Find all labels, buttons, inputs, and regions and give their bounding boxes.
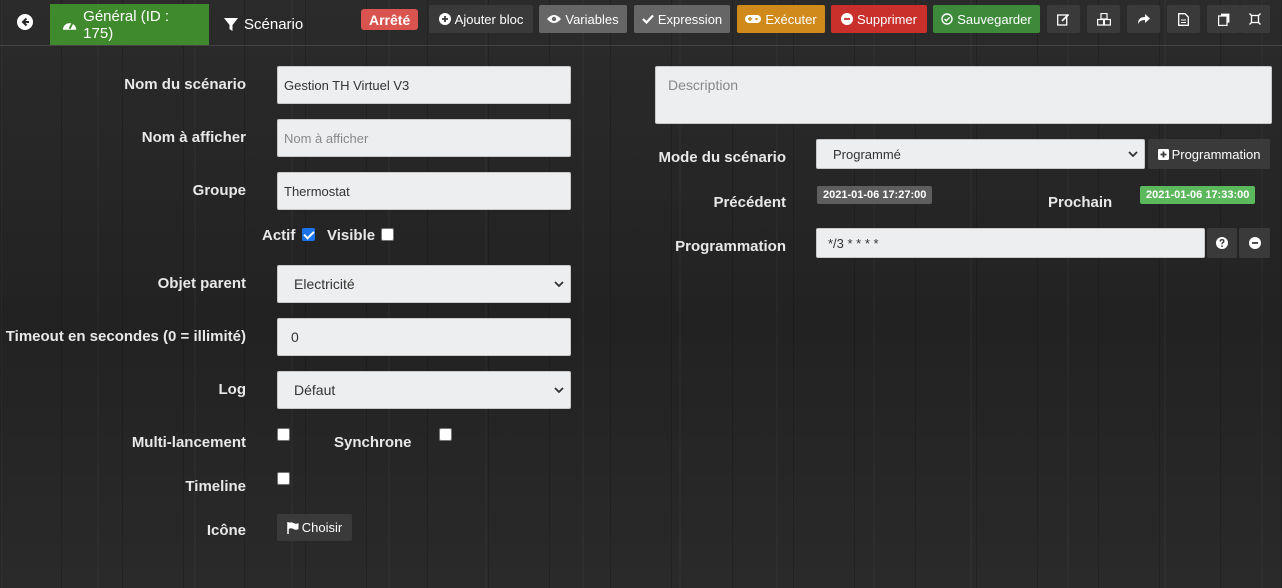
choose-icon-label: Choisir [301,520,343,535]
timeline-checkbox[interactable] [277,472,290,485]
tab-scenario[interactable]: Scénario [212,4,315,45]
parent-label: Objet parent [157,275,246,292]
mode-select[interactable]: Programmé [816,139,1145,169]
parent-select[interactable]: Electricité [277,265,571,303]
execute-button[interactable]: Exécuter [737,5,825,33]
choose-icon-button[interactable]: Choisir [277,514,352,541]
share-icon [1137,14,1150,24]
parent-select-value: Electricité [294,276,355,292]
execute-label: Exécuter [765,11,817,27]
top-toolbar: Général (ID : 175) Scénario Arrêté Ajout… [0,0,1282,46]
previous-label: Précédent [713,194,786,211]
timeout-input[interactable]: 0 [277,318,571,356]
icon-label: Icône [206,522,246,539]
gamepad-icon [745,15,762,23]
chevron-down-icon [1128,151,1138,157]
minus-circle-icon [841,13,854,25]
add-programmation-label: Programmation [1171,146,1261,162]
schedule-remove-button[interactable] [1239,228,1270,258]
active-label: Actif [262,227,296,244]
delete-label: Supprimer [857,11,917,27]
cubes-icon [1096,12,1111,26]
next-date-badge: 2021-01-06 17:33:00 [1140,186,1256,204]
edit-icon [1057,13,1070,26]
share-button[interactable] [1127,5,1160,33]
visible-checkbox[interactable] [381,228,394,241]
flag-icon [287,521,299,534]
eye-icon [547,15,562,23]
next-label: Prochain [1048,194,1113,211]
visible-label: Visible [327,227,376,244]
save-label: Sauvegarder [957,11,1032,27]
name-input[interactable]: Gestion TH Virtuel V3 [277,66,571,104]
tab-general[interactable]: Général (ID : 175) [50,4,209,45]
dashboard-icon [62,22,77,30]
multi-launch-label: Multi-lancement [131,434,246,451]
display-name-input[interactable]: Nom à afficher [277,119,571,157]
display-name-label: Nom à afficher [141,129,246,146]
schedule-input[interactable]: */3 * * * * [816,228,1205,258]
log-select-value: Défaut [294,382,336,398]
timeline-label: Timeline [185,478,246,495]
active-checkbox[interactable] [302,228,315,241]
expand-icon [1249,13,1261,25]
add-block-label: Ajouter bloc [454,11,524,27]
name-label: Nom du scénario [124,76,246,93]
delete-button[interactable]: Supprimer [831,5,927,33]
expression-button[interactable]: Expression [634,5,730,33]
dependencies-button[interactable] [1087,5,1120,33]
log-label: Log [218,381,247,398]
back-button[interactable] [14,11,36,33]
sync-label: Synchrone [334,434,412,451]
add-programmation-button[interactable]: Programmation [1148,139,1270,169]
chevron-down-icon [554,387,564,393]
variables-button[interactable]: Variables [539,5,627,33]
log-select[interactable]: Défaut [277,371,571,409]
file-icon [1178,12,1189,26]
description-textarea[interactable]: Description [655,66,1272,124]
log-button[interactable] [1167,5,1200,33]
fullscreen-button[interactable] [1240,5,1270,33]
group-input[interactable]: Thermostat [277,172,571,210]
tab-scenario-label: Scénario [244,16,304,33]
schedule-label: Programmation [675,238,786,255]
mode-label: Mode du scénario [658,149,786,166]
plus-circle-icon [438,13,451,25]
minus-circle-icon [1248,237,1261,249]
chevron-down-icon [554,281,564,287]
arrow-left-circle-icon [17,14,33,30]
tab-general-label: Général (ID : 175) [83,7,170,42]
multi-launch-checkbox[interactable] [277,428,290,441]
mode-select-value: Programmé [833,146,901,162]
check-circle-icon [941,13,953,25]
copy-button[interactable] [1207,5,1240,33]
timeout-label: Timeout en secondes (0 = illimité) [5,328,246,345]
filter-icon [224,17,238,31]
save-button[interactable]: Sauvegarder [933,5,1040,33]
plus-square-icon [1157,148,1169,160]
copy-icon [1217,13,1229,26]
group-label: Groupe [192,182,246,199]
expression-label: Expression [657,11,723,27]
question-circle-icon [1216,237,1228,249]
previous-date-badge: 2021-01-06 17:27:00 [817,186,933,204]
check-icon [642,14,654,24]
status-badge: Arrêté [361,9,419,30]
sync-checkbox[interactable] [439,428,452,441]
edit-button[interactable] [1047,5,1080,33]
add-block-button[interactable]: Ajouter bloc [429,5,533,33]
schedule-help-button[interactable] [1207,228,1237,258]
variables-label: Variables [565,11,619,27]
